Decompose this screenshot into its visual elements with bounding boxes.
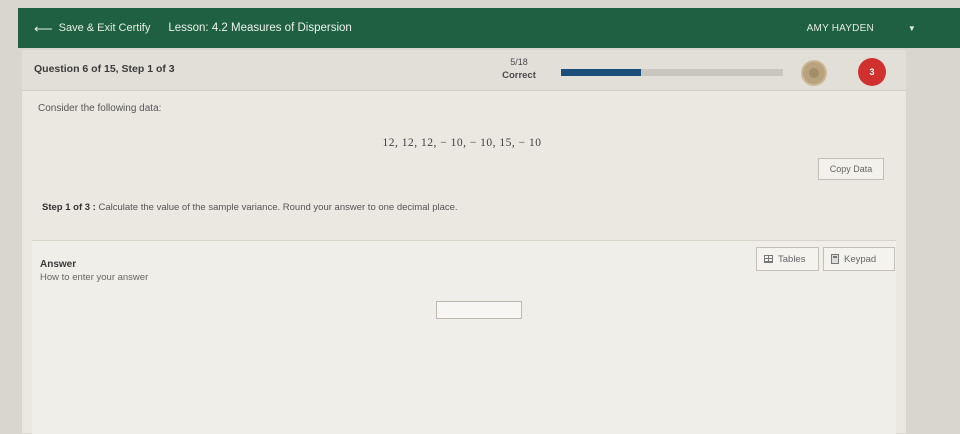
tables-button[interactable]: Tables <box>756 247 819 271</box>
step-instruction: Step 1 of 3 : Calculate the value of the… <box>42 202 458 213</box>
question-intro: Consider the following data: <box>38 103 162 114</box>
save-exit-label: Save & Exit Certify <box>58 22 151 34</box>
keypad-button[interactable]: Keypad <box>823 247 895 271</box>
progress-bar <box>561 69 783 76</box>
caret-down-icon: ▼ <box>907 23 916 33</box>
question-header: Question 6 of 15, Step 1 of 3 5/18 Corre… <box>22 50 906 91</box>
calculator-icon <box>831 254 839 264</box>
lesson-title: Lesson: 4.2 Measures of Dispersion <box>168 22 352 34</box>
tables-label: Tables <box>778 253 806 265</box>
step-label: Step 1 of 3 : <box>42 202 96 213</box>
user-menu[interactable]: AMY HAYDEN ▼ <box>807 8 916 48</box>
top-navigation-bar: ⟵ Save & Exit Certify Lesson: 4.2 Measur… <box>18 8 960 48</box>
save-exit-button[interactable]: ⟵ Save & Exit Certify <box>34 22 150 35</box>
user-name: AMY HAYDEN <box>806 22 874 34</box>
question-title: Question 6 of 15, Step 1 of 3 <box>34 63 175 75</box>
score-label: Correct <box>502 70 536 81</box>
how-to-enter-link[interactable]: How to enter your answer <box>40 272 148 283</box>
coin-icon[interactable] <box>801 60 827 86</box>
data-values: 12, 12, 12, − 10, − 10, 15, − 10 <box>382 137 542 149</box>
heart-badge[interactable]: 3 <box>858 58 886 86</box>
progress-fill <box>561 69 641 76</box>
answer-input[interactable] <box>436 301 522 319</box>
copy-data-button[interactable]: Copy Data <box>818 158 884 180</box>
question-card: Question 6 of 15, Step 1 of 3 5/18 Corre… <box>22 50 906 434</box>
table-icon <box>764 255 773 263</box>
score-display: 5/18 Correct <box>494 56 544 82</box>
step-text: Calculate the value of the sample varian… <box>95 202 458 213</box>
answer-title: Answer <box>40 259 77 270</box>
keypad-label: Keypad <box>844 253 877 265</box>
arrow-left-icon: ⟵ <box>34 20 53 36</box>
answer-section: Answer How to enter your answer Tables K… <box>32 240 896 434</box>
score-fraction: 5/18 <box>510 57 528 67</box>
